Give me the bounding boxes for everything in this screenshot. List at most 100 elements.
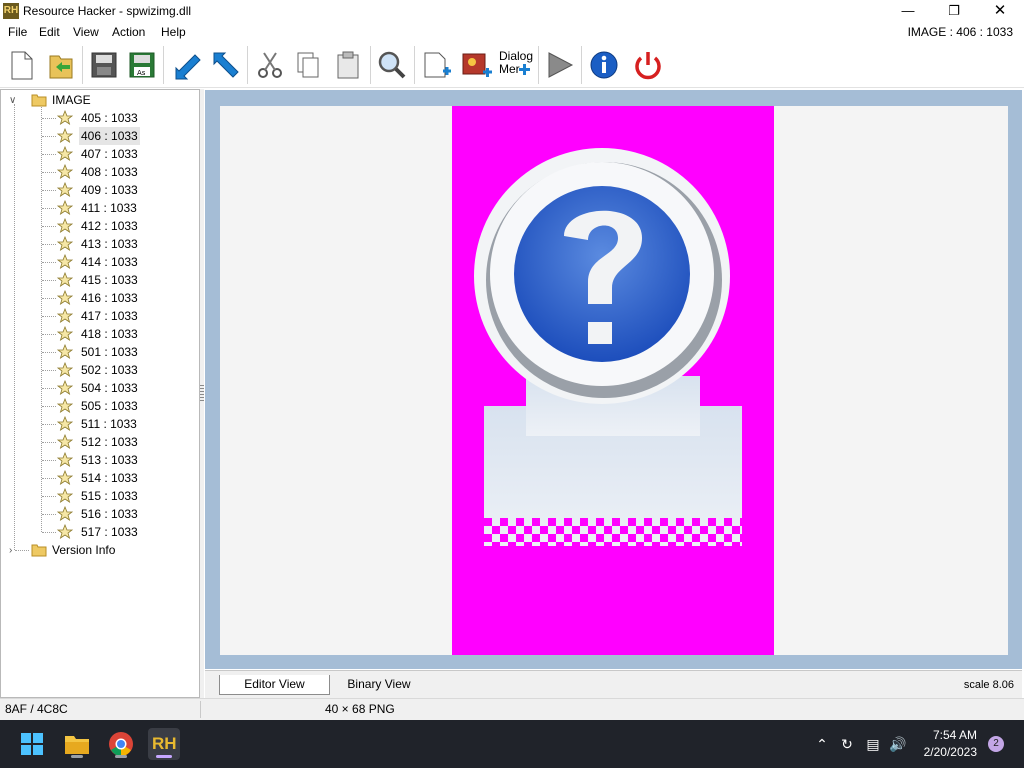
volume-icon[interactable]: 🔊: [888, 734, 908, 754]
checker-cell: [692, 518, 700, 526]
checker-cell: [740, 534, 748, 542]
menu-edit[interactable]: Edit: [39, 25, 60, 39]
star-icon: [56, 271, 74, 288]
menu-action[interactable]: Action: [112, 25, 145, 39]
tree-connector: [14, 104, 15, 550]
tree-connector: [42, 244, 56, 245]
window-title: Resource Hacker - spwizimg.dll: [23, 4, 192, 18]
checker-cell: [596, 534, 604, 542]
plus-icon: [519, 64, 530, 75]
star-icon: [56, 181, 74, 198]
copy-icon[interactable]: [290, 47, 326, 83]
menu-file[interactable]: File: [8, 25, 27, 39]
tree-connector: [42, 298, 56, 299]
tree-connector: [42, 406, 56, 407]
network-icon[interactable]: ▤: [863, 734, 883, 754]
notification-badge[interactable]: 2: [988, 736, 1004, 752]
tree-label: 407 : 1033: [81, 147, 138, 161]
clock-date[interactable]: 2/20/2023: [924, 745, 977, 759]
checker-cell: [708, 534, 716, 542]
star-icon: [56, 469, 74, 486]
run-script-icon[interactable]: [542, 47, 578, 83]
open-folder-icon[interactable]: [43, 47, 79, 83]
tree-label: Version Info: [52, 543, 116, 557]
minimize-button[interactable]: —: [885, 0, 931, 22]
menu-view[interactable]: View: [73, 25, 99, 39]
checker-cell: [724, 518, 732, 526]
chevron-up-icon[interactable]: ⌃: [812, 734, 832, 754]
new-file-icon[interactable]: [3, 47, 39, 83]
checker-cell: [668, 542, 676, 550]
tree-label: 512 : 1033: [81, 435, 138, 449]
checker-cell: [572, 542, 580, 550]
tree-label: 412 : 1033: [81, 219, 138, 233]
checker-cell: [604, 526, 612, 534]
import-arrow-icon[interactable]: [167, 47, 203, 83]
tree-connector: [42, 388, 56, 389]
paste-icon[interactable]: [330, 47, 366, 83]
checker-cell: [700, 542, 708, 550]
dialog-merger-icon[interactable]: Dialog Mer: [497, 47, 535, 83]
tab-editor-view[interactable]: Editor View: [219, 675, 330, 695]
menu-bar: File Edit View Action Help IMAGE : 406 :…: [0, 22, 1024, 42]
file-explorer-icon[interactable]: [61, 728, 93, 760]
folder-icon: [31, 543, 47, 557]
tree-connector: [42, 118, 56, 119]
save-as-icon[interactable]: As: [124, 47, 160, 83]
export-arrow-icon[interactable]: [207, 47, 243, 83]
tree-label: 414 : 1033: [81, 255, 138, 269]
collapse-chevron-icon[interactable]: ∨: [9, 96, 19, 106]
tab-binary-view[interactable]: Binary View: [330, 675, 428, 695]
tree-label: 504 : 1033: [81, 381, 138, 395]
checker-cell: [660, 534, 668, 542]
toolbar-separator: [247, 46, 248, 84]
checker-cell: [636, 542, 644, 550]
panel-splitter[interactable]: [200, 89, 204, 698]
resource-hacker-icon[interactable]: RH: [148, 728, 180, 760]
expand-chevron-icon[interactable]: ›: [9, 546, 19, 556]
dialog-merger-label-2: Mer: [499, 62, 520, 76]
search-icon[interactable]: [374, 47, 410, 83]
star-icon: [56, 289, 74, 306]
power-icon[interactable]: [630, 47, 666, 83]
tree-label: IMAGE: [52, 93, 91, 107]
checker-cell: [652, 526, 660, 534]
checker-cell: [644, 534, 652, 542]
sync-icon[interactable]: ↻: [837, 734, 857, 754]
checker-cell: [668, 526, 676, 534]
toolbar-separator: [414, 46, 415, 84]
tree-label: 516 : 1033: [81, 507, 138, 521]
chrome-icon[interactable]: [105, 728, 137, 760]
add-resource-icon[interactable]: [418, 47, 454, 83]
checker-cell: [732, 526, 740, 534]
checker-cell: [676, 534, 684, 542]
checker-cell: [684, 542, 692, 550]
checker-cell: [484, 534, 492, 542]
app-icon: RH: [3, 3, 19, 19]
checker-cell: [508, 526, 516, 534]
image-preview: [452, 106, 774, 655]
add-image-icon[interactable]: [458, 47, 494, 83]
close-button[interactable]: ✕: [977, 0, 1023, 22]
tree-label: 505 : 1033: [81, 399, 138, 413]
checker-cell: [500, 518, 508, 526]
restore-button[interactable]: ❐: [931, 0, 977, 22]
tree-connector: [42, 226, 56, 227]
toolbar-separator: [82, 46, 83, 84]
star-icon: [56, 487, 74, 504]
checker-cell: [580, 534, 588, 542]
checker-cell: [492, 542, 500, 550]
menu-help[interactable]: Help: [161, 25, 186, 39]
tree-connector: [42, 316, 56, 317]
active-indicator: [156, 755, 172, 758]
clock-time[interactable]: 7:54 AM: [933, 728, 977, 742]
folder-icon: [31, 93, 47, 107]
star-icon: [56, 523, 74, 540]
star-icon: [56, 505, 74, 522]
windows-start-icon[interactable]: [16, 728, 48, 760]
info-icon[interactable]: [586, 47, 622, 83]
cut-icon[interactable]: [252, 47, 288, 83]
checker-cell: [572, 526, 580, 534]
checker-cell: [620, 526, 628, 534]
save-icon[interactable]: [86, 47, 122, 83]
